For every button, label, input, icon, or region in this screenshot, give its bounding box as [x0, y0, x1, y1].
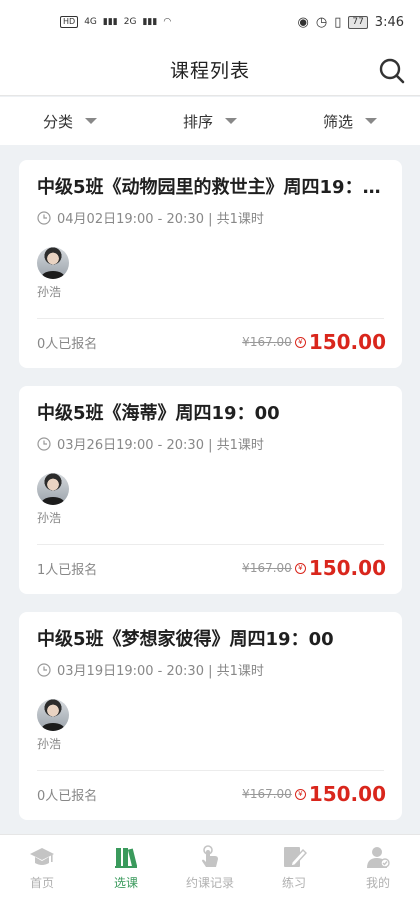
- card-footer: 0人已报名 ¥167.00 ¥ 150.00: [37, 330, 386, 354]
- course-title: 中级5班《梦想家彼得》周四19：00: [37, 629, 334, 650]
- vibrate-icon: ▯: [334, 14, 342, 30]
- original-price-value: 167.00: [249, 561, 292, 575]
- signal-bars-icon: ▮▮▮: [142, 17, 158, 27]
- tab-label: 选课: [113, 876, 138, 890]
- tab-label: 我的: [365, 876, 390, 890]
- tab-label: 首页: [29, 876, 54, 890]
- signal-4g: 4G: [84, 17, 97, 27]
- status-right: ◉ ◷ ▯ 77 3:46: [298, 15, 405, 30]
- price-group: ¥167.00 ¥ 150.00: [242, 330, 386, 354]
- filter-label: 排序: [182, 112, 213, 131]
- clock-icon: [37, 662, 51, 677]
- course-title: 中级5班《动物园里的救世主》周四19：00: [37, 177, 384, 198]
- filter-label: 分类: [42, 112, 73, 131]
- filter-screen[interactable]: 筛选: [280, 111, 420, 132]
- caret-down-icon: [365, 118, 377, 124]
- tab-courses[interactable]: 选课: [84, 835, 168, 900]
- bottom-tab-bar: 首页 选课 约课记录 练习 我的: [0, 834, 420, 900]
- clock-icon: [37, 436, 51, 451]
- yen-icon: ¥: [294, 788, 306, 800]
- course-list: 中级5班《动物园里的救世主》周四19：00 04月02日19:00 - 20:3…: [19, 160, 402, 838]
- teacher-name: 孙浩: [37, 737, 62, 751]
- course-card[interactable]: 中级5班《动物园里的救世主》周四19：00 04月02日19:00 - 20:3…: [19, 160, 402, 368]
- alarm-icon: ◷: [315, 14, 328, 30]
- hand-tap-icon: [202, 845, 218, 867]
- filter-bar: 分类 排序 筛选: [0, 97, 420, 145]
- edit-note-icon: [284, 847, 307, 867]
- filter-label: 筛选: [322, 112, 353, 131]
- current-price: 150.00: [308, 556, 386, 580]
- teacher-avatar: [37, 699, 69, 731]
- signal-bars-icon: ▮▮▮: [102, 17, 118, 27]
- divider: [37, 544, 384, 545]
- original-price-value: 167.00: [249, 335, 292, 349]
- original-price: ¥167.00: [242, 335, 292, 349]
- enrolled-count: 0人已报名: [37, 788, 98, 804]
- filter-sort[interactable]: 排序: [140, 111, 280, 132]
- page-header: 课程列表: [0, 44, 420, 96]
- teacher-avatar: [37, 247, 69, 279]
- course-time-row: 04月02日19:00 - 20:30 | 共1课时: [37, 208, 384, 227]
- course-card[interactable]: 中级5班《梦想家彼得》周四19：00 03月19日19:00 - 20:30 |…: [19, 612, 402, 820]
- search-icon[interactable]: [378, 57, 406, 85]
- battery-icon: 77: [348, 15, 368, 29]
- teacher-name: 孙浩: [37, 285, 62, 299]
- filter-category[interactable]: 分类: [0, 111, 140, 132]
- tab-home[interactable]: 首页: [0, 835, 84, 900]
- card-footer: 0人已报名 ¥167.00 ¥ 150.00: [37, 782, 386, 806]
- user-icon: [367, 847, 390, 868]
- card-footer: 1人已报名 ¥167.00 ¥ 150.00: [37, 556, 386, 580]
- course-card[interactable]: 中级5班《海蒂》周四19：00 03月26日19:00 - 20:30 | 共1…: [19, 386, 402, 594]
- status-bar: HD 4G ▮▮▮ 2G ▮▮▮ ◠ ◉ ◷ ▯ 77 3:46: [0, 0, 420, 44]
- tab-practice[interactable]: 练习: [252, 835, 336, 900]
- enrolled-count: 1人已报名: [37, 562, 98, 578]
- course-time: 03月19日19:00 - 20:30 | 共1课时: [57, 664, 264, 679]
- caret-down-icon: [85, 118, 97, 124]
- course-title: 中级5班《海蒂》周四19：00: [37, 403, 280, 424]
- course-time: 03月26日19:00 - 20:30 | 共1课时: [57, 438, 264, 453]
- clock-icon: [37, 210, 51, 225]
- hd-indicator: HD: [60, 16, 79, 28]
- tab-mine[interactable]: 我的: [336, 835, 420, 900]
- original-price: ¥167.00: [242, 561, 292, 575]
- price-group: ¥167.00 ¥ 150.00: [242, 556, 386, 580]
- course-time-row: 03月26日19:00 - 20:30 | 共1课时: [37, 434, 384, 453]
- clock-time: 3:46: [374, 14, 404, 30]
- enrolled-count: 0人已报名: [37, 336, 98, 352]
- status-left: HD 4G ▮▮▮ 2G ▮▮▮ ◠: [60, 16, 171, 28]
- page-title: 课程列表: [169, 60, 250, 82]
- tab-label: 练习: [281, 876, 306, 890]
- yen-icon: ¥: [294, 336, 306, 348]
- divider: [37, 318, 384, 319]
- course-time-row: 03月19日19:00 - 20:30 | 共1课时: [37, 660, 384, 679]
- price-group: ¥167.00 ¥ 150.00: [242, 782, 386, 806]
- caret-down-icon: [225, 118, 237, 124]
- tab-label: 约课记录: [185, 876, 234, 890]
- yen-icon: ¥: [294, 562, 306, 574]
- tab-booking-records[interactable]: 约课记录: [168, 835, 252, 900]
- wifi-icon: ◠: [163, 17, 172, 27]
- eye-icon: ◉: [297, 14, 309, 30]
- books-icon: [115, 848, 138, 868]
- signal-2g: 2G: [123, 17, 137, 27]
- original-price: ¥167.00: [242, 787, 292, 801]
- current-price: 150.00: [308, 782, 386, 806]
- teacher-avatar: [37, 473, 69, 505]
- course-time: 04月02日19:00 - 20:30 | 共1课时: [57, 212, 264, 227]
- current-price: 150.00: [308, 330, 386, 354]
- divider: [37, 770, 384, 771]
- graduation-cap-icon: [30, 848, 54, 865]
- original-price-value: 167.00: [249, 787, 292, 801]
- teacher-name: 孙浩: [37, 511, 62, 525]
